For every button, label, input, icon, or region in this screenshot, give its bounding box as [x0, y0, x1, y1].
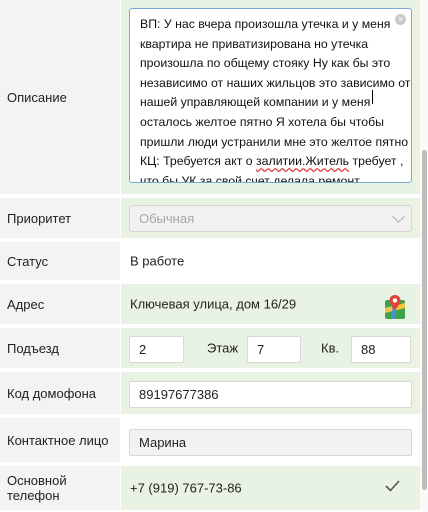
- priority-label: Приоритет: [0, 198, 120, 240]
- status-label: Статус: [0, 242, 120, 282]
- address-label: Адрес: [0, 284, 120, 326]
- apartment-label: Кв.: [321, 340, 340, 356]
- description-line: ВП: У нас вчера произошла утечка и у мен…: [140, 17, 391, 31]
- entrance-cell: 2 Этаж 7 Кв. 88: [121, 328, 420, 370]
- description-cell: ВП: У нас вчера произошла утечка и у мен…: [121, 0, 420, 196]
- map-icon[interactable]: [384, 294, 406, 320]
- intercom-label: Код домофона: [0, 372, 120, 416]
- entrance-label: Подъезд: [0, 328, 120, 370]
- priority-select[interactable]: Обычная: [129, 205, 412, 232]
- description-line: что бы УК за свой счет делала ремонт.: [140, 173, 362, 183]
- priority-cell: Обычная: [121, 198, 420, 240]
- scrollbar-track[interactable]: [420, 0, 428, 512]
- row-status: Статус В работе: [0, 242, 420, 282]
- phone-label: Основной телефон: [0, 466, 120, 512]
- row-description: Описание ВП: У нас вчера произошла утечк…: [0, 0, 420, 196]
- apartment-input[interactable]: 88: [351, 336, 411, 363]
- row-address: Адрес Ключевая улица, дом 16/29: [0, 284, 420, 326]
- status-cell: В работе: [121, 242, 420, 282]
- address-cell: Ключевая улица, дом 16/29: [121, 284, 420, 326]
- text-cursor: [372, 90, 373, 104]
- row-intercom: Код домофона 89197677386: [0, 372, 420, 416]
- row-phone: Основной телефон +7 (919) 767-73-86: [0, 466, 420, 512]
- clear-icon[interactable]: ×: [395, 14, 406, 25]
- description-line: независимо от наших жильцов это зависимо…: [140, 75, 411, 90]
- description-line: КЦ: Требуется акт о залитии.Житель требу…: [140, 152, 403, 172]
- status-value: В работе: [130, 253, 185, 269]
- description-text: КЦ: Требуется акт о: [140, 154, 257, 169]
- description-label: Описание: [0, 0, 120, 196]
- scrollbar-thumb[interactable]: [422, 150, 427, 490]
- contact-input[interactable]: Марина: [129, 429, 412, 456]
- check-icon: [385, 480, 400, 492]
- priority-value: Обычная: [139, 211, 195, 226]
- entrance-input[interactable]: 2: [129, 336, 184, 363]
- phone-value: +7 (919) 767-73-86: [130, 480, 242, 496]
- description-line: квартира не приватизирована но утечка: [140, 36, 369, 51]
- phone-cell: +7 (919) 767-73-86: [121, 466, 420, 512]
- row-contact: Контактное лицо Марина: [0, 418, 420, 464]
- description-line: нашей управляющей компании и у меня: [140, 95, 371, 110]
- address-value: Ключевая улица, дом 16/29: [130, 296, 297, 312]
- row-entrance: Подъезд 2 Этаж 7 Кв. 88: [0, 328, 420, 370]
- contact-label: Контактное лицо: [0, 418, 120, 464]
- floor-label: Этаж: [207, 340, 239, 356]
- description-textarea[interactable]: ВП: У нас вчера произошла утечка и у мен…: [129, 8, 412, 183]
- description-line: пришли люди устранили мне это желтое пят…: [140, 134, 409, 149]
- description-line: осталось желтое пятно Я хотела бы чтобы: [140, 114, 385, 129]
- intercom-input[interactable]: 89197677386: [129, 381, 412, 408]
- row-priority: Приоритет Обычная: [0, 198, 420, 240]
- floor-input[interactable]: 7: [247, 336, 301, 363]
- intercom-cell: 89197677386: [121, 372, 420, 416]
- description-line: произошла по общему стояку Ну как бы это: [140, 56, 391, 71]
- chevron-down-icon: [392, 210, 405, 223]
- description-text: требует ,: [349, 154, 404, 169]
- contact-cell: Марина: [121, 418, 420, 464]
- spellcheck-word: залитии.Житель: [256, 154, 350, 169]
